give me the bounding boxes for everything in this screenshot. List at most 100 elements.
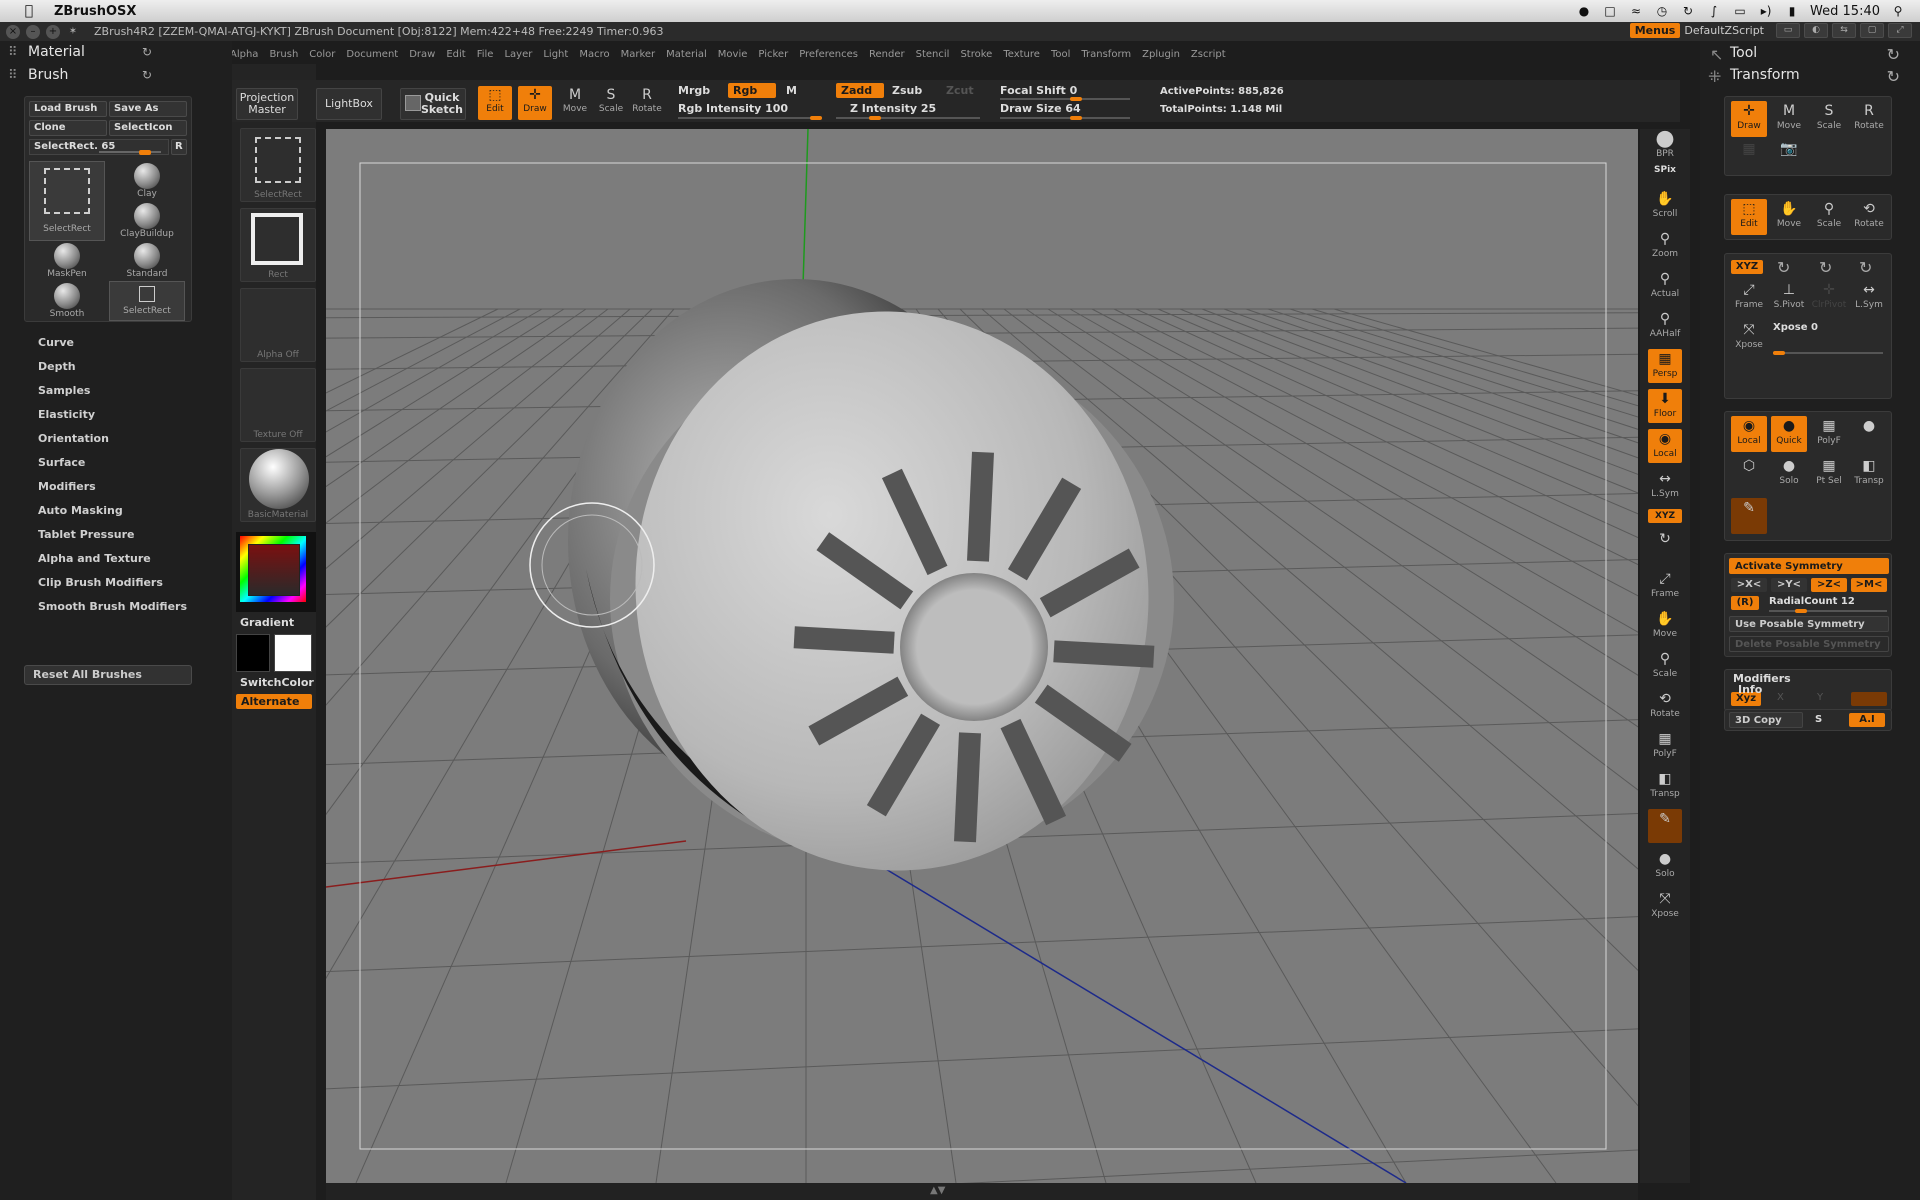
projection-master-button[interactable]: Projection Master bbox=[236, 88, 298, 120]
radial-count-slider[interactable]: RadialCount 12 bbox=[1769, 596, 1855, 607]
zadd-button[interactable]: Zadd bbox=[836, 83, 884, 98]
battery-icon[interactable]: ▮ bbox=[1784, 4, 1800, 18]
menu-alpha[interactable]: Alpha bbox=[230, 49, 258, 60]
submenu-orientation[interactable]: Orientation bbox=[38, 427, 187, 451]
menu-edit[interactable]: Edit bbox=[446, 49, 465, 60]
use-posable-symmetry-button[interactable]: Use Posable Symmetry bbox=[1729, 616, 1889, 632]
bluetooth-icon[interactable]: ∫ bbox=[1706, 4, 1722, 18]
brush-claybuildup[interactable]: ClayBuildup bbox=[109, 201, 185, 241]
xpose-slider[interactable]: Xpose 0 bbox=[1773, 322, 1818, 333]
switchcolor-button[interactable]: SwitchColor bbox=[240, 676, 314, 689]
tool-palette-header[interactable]: Tool bbox=[1730, 45, 1757, 61]
transp-button[interactable]: ◧ Transp bbox=[1851, 456, 1887, 492]
main-color-swatch[interactable] bbox=[236, 634, 270, 672]
menu-picker[interactable]: Picker bbox=[758, 49, 788, 60]
fullscreen-icon[interactable]: ⤢ bbox=[1888, 23, 1912, 38]
draw-size-slider[interactable]: Draw Size 64 bbox=[1000, 102, 1081, 115]
menu-tool[interactable]: Tool bbox=[1051, 49, 1070, 60]
transp-button[interactable]: ◧ Transp bbox=[1648, 769, 1682, 803]
mrgb-button[interactable]: Mrgb bbox=[678, 84, 710, 97]
xpose-button[interactable]: ⤧ Xpose bbox=[1648, 889, 1682, 923]
slider-knob[interactable] bbox=[1070, 97, 1082, 101]
rotate-button[interactable]: R Rotate bbox=[630, 86, 664, 120]
move-view-button[interactable]: ✋ Move bbox=[1648, 609, 1682, 643]
activate-symmetry-button[interactable]: Activate Symmetry bbox=[1729, 558, 1889, 574]
clone-button[interactable]: Clone bbox=[29, 120, 107, 136]
window-icon[interactable]: ▢ bbox=[1860, 23, 1884, 38]
brush-selectrect-2[interactable]: SelectRect bbox=[109, 281, 185, 321]
scale-button[interactable]: ⚲ Scale bbox=[1811, 199, 1847, 235]
maximize-icon[interactable]: + bbox=[46, 24, 60, 39]
submenu-elasticity[interactable]: Elasticity bbox=[38, 403, 187, 427]
rotate-z-icon[interactable]: ↻ bbox=[1859, 258, 1872, 277]
mod-y-button[interactable]: Y bbox=[1817, 692, 1823, 703]
lsym-button[interactable]: ↔ L.Sym bbox=[1851, 280, 1887, 316]
gradient-label[interactable]: Gradient bbox=[240, 616, 294, 629]
shelf-alpha[interactable]: Alpha Off bbox=[240, 288, 316, 362]
m-button[interactable]: M bbox=[786, 84, 797, 97]
quick-sketch-button[interactable]: Quick Sketch bbox=[400, 88, 466, 120]
evernote-icon[interactable]: ● bbox=[1576, 4, 1592, 18]
ai-toggle[interactable]: A.I bbox=[1849, 713, 1885, 727]
brush-selectrect[interactable]: SelectRect bbox=[29, 161, 105, 241]
canvas-viewport[interactable] bbox=[326, 129, 1638, 1183]
scale-view-button[interactable]: ⚲ Scale bbox=[1648, 649, 1682, 683]
r-button[interactable]: R bbox=[171, 139, 187, 155]
rotate-x-icon[interactable]: ↻ bbox=[1777, 258, 1790, 277]
mod-x-button[interactable]: X bbox=[1777, 692, 1784, 703]
menu-file[interactable]: File bbox=[477, 49, 494, 60]
select-icon-button[interactable]: SelectIcon bbox=[109, 120, 187, 136]
brush-standard[interactable]: Standard bbox=[109, 241, 185, 281]
submenu-tablet-pressure[interactable]: Tablet Pressure bbox=[38, 523, 187, 547]
rotate-button[interactable]: ⟲ Rotate bbox=[1851, 199, 1887, 235]
cube-button[interactable]: ⬡ bbox=[1731, 456, 1767, 492]
brush-palette-header[interactable]: ⠿ Brush ↻ bbox=[0, 64, 232, 87]
menu-transform[interactable]: Transform bbox=[1081, 49, 1131, 60]
actual-button[interactable]: ⚲ Actual bbox=[1648, 269, 1682, 303]
rotate-axis-icons[interactable]: ↻ bbox=[1648, 529, 1682, 559]
delete-posable-symmetry-button[interactable]: Delete Posable Symmetry bbox=[1729, 636, 1889, 652]
menus-toggle-button[interactable]: Menus bbox=[1629, 23, 1681, 38]
lsym-button[interactable]: ↔ L.Sym bbox=[1648, 469, 1682, 503]
menu-preferences[interactable]: Preferences bbox=[799, 49, 858, 60]
solo-button[interactable]: ● Solo bbox=[1648, 849, 1682, 883]
solo-button[interactable]: ● Solo bbox=[1771, 456, 1807, 492]
menu-layer[interactable]: Layer bbox=[504, 49, 532, 60]
rotate-y-icon[interactable]: ↻ bbox=[1819, 258, 1832, 277]
lightbox-button[interactable]: LightBox bbox=[316, 88, 382, 120]
shelf-rect[interactable]: Rect bbox=[240, 208, 316, 282]
persp-button[interactable]: ▦ Persp bbox=[1648, 349, 1682, 383]
polyf-button[interactable]: ▦ PolyF bbox=[1811, 416, 1847, 452]
local-button[interactable]: ◉ Local bbox=[1648, 429, 1682, 463]
rotate-view-button[interactable]: ⟲ Rotate bbox=[1648, 689, 1682, 723]
submenu-smooth-brush-modifiers[interactable]: Smooth Brush Modifiers bbox=[38, 595, 187, 619]
zoom-button[interactable]: ⚲ Zoom bbox=[1648, 229, 1682, 263]
menu-light[interactable]: Light bbox=[543, 49, 568, 60]
scale-button[interactable]: S Scale bbox=[594, 86, 628, 120]
submenu-auto-masking[interactable]: Auto Masking bbox=[38, 499, 187, 523]
floor-button[interactable]: ⬇ Floor bbox=[1648, 389, 1682, 423]
axis-x-button[interactable]: >X< bbox=[1731, 578, 1767, 592]
3d-copy-button[interactable]: 3D Copy bbox=[1729, 712, 1803, 728]
brush-maskpen[interactable]: MaskPen bbox=[29, 241, 105, 281]
refresh-icon[interactable]: ↻ bbox=[142, 41, 152, 64]
menu-movie[interactable]: Movie bbox=[718, 49, 748, 60]
menu-render[interactable]: Render bbox=[869, 49, 905, 60]
clock[interactable]: Wed 15:40 bbox=[1810, 4, 1880, 19]
submenu-alpha-and-texture[interactable]: Alpha and Texture bbox=[38, 547, 187, 571]
refresh-icon[interactable]: ↻ bbox=[142, 64, 152, 87]
volume-icon[interactable]: ▸) bbox=[1758, 4, 1774, 18]
sync-icon[interactable]: ↻ bbox=[1680, 4, 1696, 18]
menu-macro[interactable]: Macro bbox=[579, 49, 609, 60]
wifi-icon[interactable]: ≈ bbox=[1628, 4, 1644, 18]
sphere-button[interactable]: ● bbox=[1851, 416, 1887, 452]
material-palette-header[interactable]: ⠿ Material ↻ bbox=[0, 41, 232, 64]
ptsel-button[interactable]: ▦ Pt Sel bbox=[1811, 456, 1847, 492]
draw-button[interactable]: ✛ Draw bbox=[1731, 101, 1767, 137]
quick-button[interactable]: ● Quick bbox=[1771, 416, 1807, 452]
zcut-button[interactable]: Zcut bbox=[946, 84, 974, 97]
xyz-toggle[interactable]: XYZ bbox=[1648, 509, 1682, 523]
saturation-square[interactable] bbox=[248, 544, 300, 596]
submenu-depth[interactable]: Depth bbox=[38, 355, 187, 379]
ghost-button[interactable]: ✎ bbox=[1731, 498, 1767, 534]
